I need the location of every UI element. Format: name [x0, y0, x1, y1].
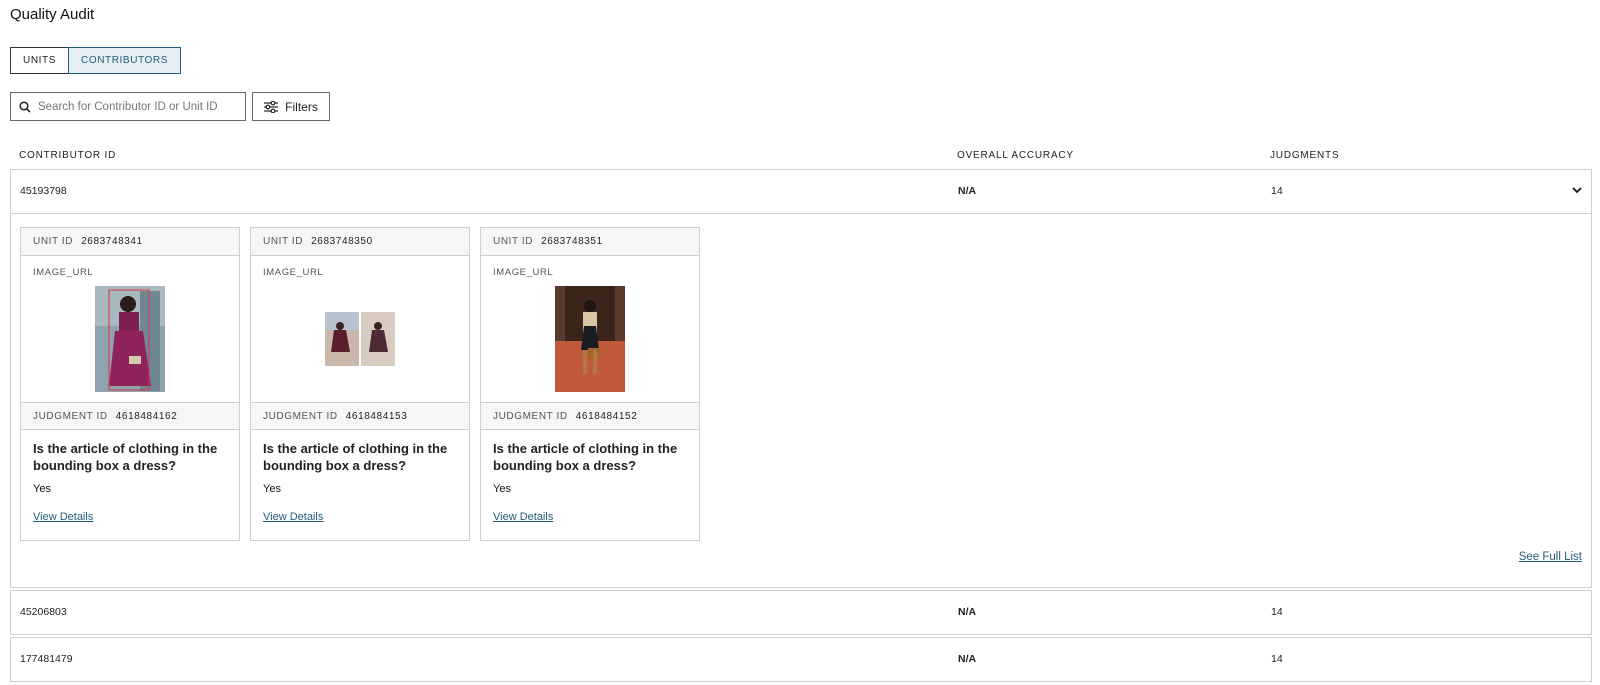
unit-id-value: 2683748341: [81, 236, 143, 247]
tab-units[interactable]: UNITS: [10, 47, 69, 74]
judgment-id-label: JUDGMENT ID: [263, 410, 338, 422]
contributor-id: 45206803: [20, 606, 67, 618]
unit-id-bar: UNIT ID 2683748341: [21, 228, 239, 256]
judgment-card: UNIT ID 2683748341 IMAGE_URL JUDGMENT ID: [20, 227, 240, 541]
chevron-down-icon[interactable]: [1571, 184, 1583, 196]
image-url-label: IMAGE_URL: [263, 267, 324, 278]
table-row[interactable]: 177481479 N/A 14: [10, 637, 1592, 682]
contributor-id: 177481479: [20, 653, 73, 665]
unit-id-label: UNIT ID: [33, 236, 74, 247]
table-row[interactable]: 45206803 N/A 14: [10, 590, 1592, 635]
judgments-count: 14: [1271, 653, 1283, 665]
answer-text: Yes: [493, 483, 511, 495]
search-input[interactable]: [38, 100, 238, 113]
header-overall-accuracy: OVERALL ACCURACY: [957, 150, 1074, 161]
unit-id-value: 2683748351: [541, 236, 603, 247]
judgment-id-label: JUDGMENT ID: [33, 410, 108, 422]
unit-id-label: UNIT ID: [263, 236, 304, 247]
row-summary[interactable]: 45193798 N/A 14: [11, 170, 1591, 213]
question-text: Is the article of clothing in the boundi…: [493, 441, 678, 473]
question-text: Is the article of clothing in the boundi…: [263, 441, 448, 473]
unit-id-label: UNIT ID: [493, 236, 534, 247]
unit-id-value: 2683748350: [311, 236, 373, 247]
header-judgments: JUDGMENTS: [1270, 150, 1340, 161]
overall-accuracy: N/A: [958, 185, 977, 197]
image-thumbnail[interactable]: [555, 286, 625, 392]
view-tabs: UNITS CONTRIBUTORS: [10, 47, 182, 74]
judgment-id-bar: JUDGMENT ID 4618484162: [21, 402, 239, 430]
judgment-id-label: JUDGMENT ID: [493, 410, 568, 422]
judgment-id-value: 4618484162: [115, 410, 178, 422]
judgment-card: UNIT ID 2683748350 IMAGE_URL JUDGMENT ID…: [250, 227, 470, 541]
judgment-id-bar: JUDGMENT ID 4618484152: [481, 402, 699, 430]
search-box: [10, 92, 246, 121]
table-row: 45193798 N/A 14 UNIT ID 2683748341 IMAGE…: [10, 169, 1592, 588]
view-details-link[interactable]: View Details: [481, 495, 699, 523]
image-thumbnail[interactable]: [325, 286, 395, 392]
view-details-link[interactable]: View Details: [251, 495, 469, 523]
overall-accuracy: N/A: [958, 606, 977, 618]
search-icon: [19, 100, 31, 113]
view-details-link[interactable]: View Details: [21, 495, 239, 523]
judgment-id-bar: JUDGMENT ID 4618484153: [251, 402, 469, 430]
image-thumbnail[interactable]: [95, 286, 165, 392]
question-text: Is the article of clothing in the boundi…: [33, 441, 218, 473]
image-url-label: IMAGE_URL: [33, 267, 94, 278]
overall-accuracy: N/A: [958, 653, 977, 665]
unit-id-bar: UNIT ID 2683748351: [481, 228, 699, 256]
see-full-list-link[interactable]: See Full List: [1519, 551, 1582, 563]
unit-id-bar: UNIT ID 2683748350: [251, 228, 469, 256]
page-title: Quality Audit: [10, 6, 95, 23]
judgment-card: UNIT ID 2683748351 IMAGE_URL JUDGMENT ID…: [480, 227, 700, 541]
answer-text: Yes: [33, 483, 51, 495]
expanded-panel: UNIT ID 2683748341 IMAGE_URL JUDGMENT ID: [11, 213, 1591, 587]
filters-button[interactable]: Filters: [252, 92, 330, 121]
judgments-count: 14: [1271, 185, 1283, 197]
tab-contributors[interactable]: CONTRIBUTORS: [68, 47, 182, 74]
sliders-icon: [264, 100, 279, 113]
judgments-count: 14: [1271, 606, 1283, 618]
judgment-id-value: 4618484153: [345, 410, 408, 422]
contributor-id: 45193798: [20, 185, 67, 197]
header-contributor-id: CONTRIBUTOR ID: [19, 150, 117, 161]
answer-text: Yes: [263, 483, 281, 495]
filters-label: Filters: [285, 99, 318, 114]
judgment-id-value: 4618484152: [575, 410, 638, 422]
image-url-label: IMAGE_URL: [493, 267, 554, 278]
